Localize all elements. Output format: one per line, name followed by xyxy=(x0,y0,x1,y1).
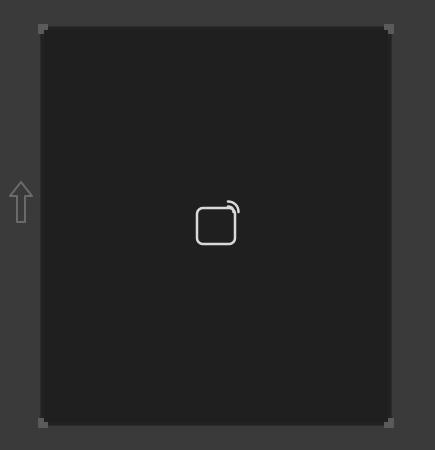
cast-icon[interactable] xyxy=(193,200,243,250)
upload-arrow-icon[interactable] xyxy=(8,180,34,226)
workspace xyxy=(0,0,435,450)
